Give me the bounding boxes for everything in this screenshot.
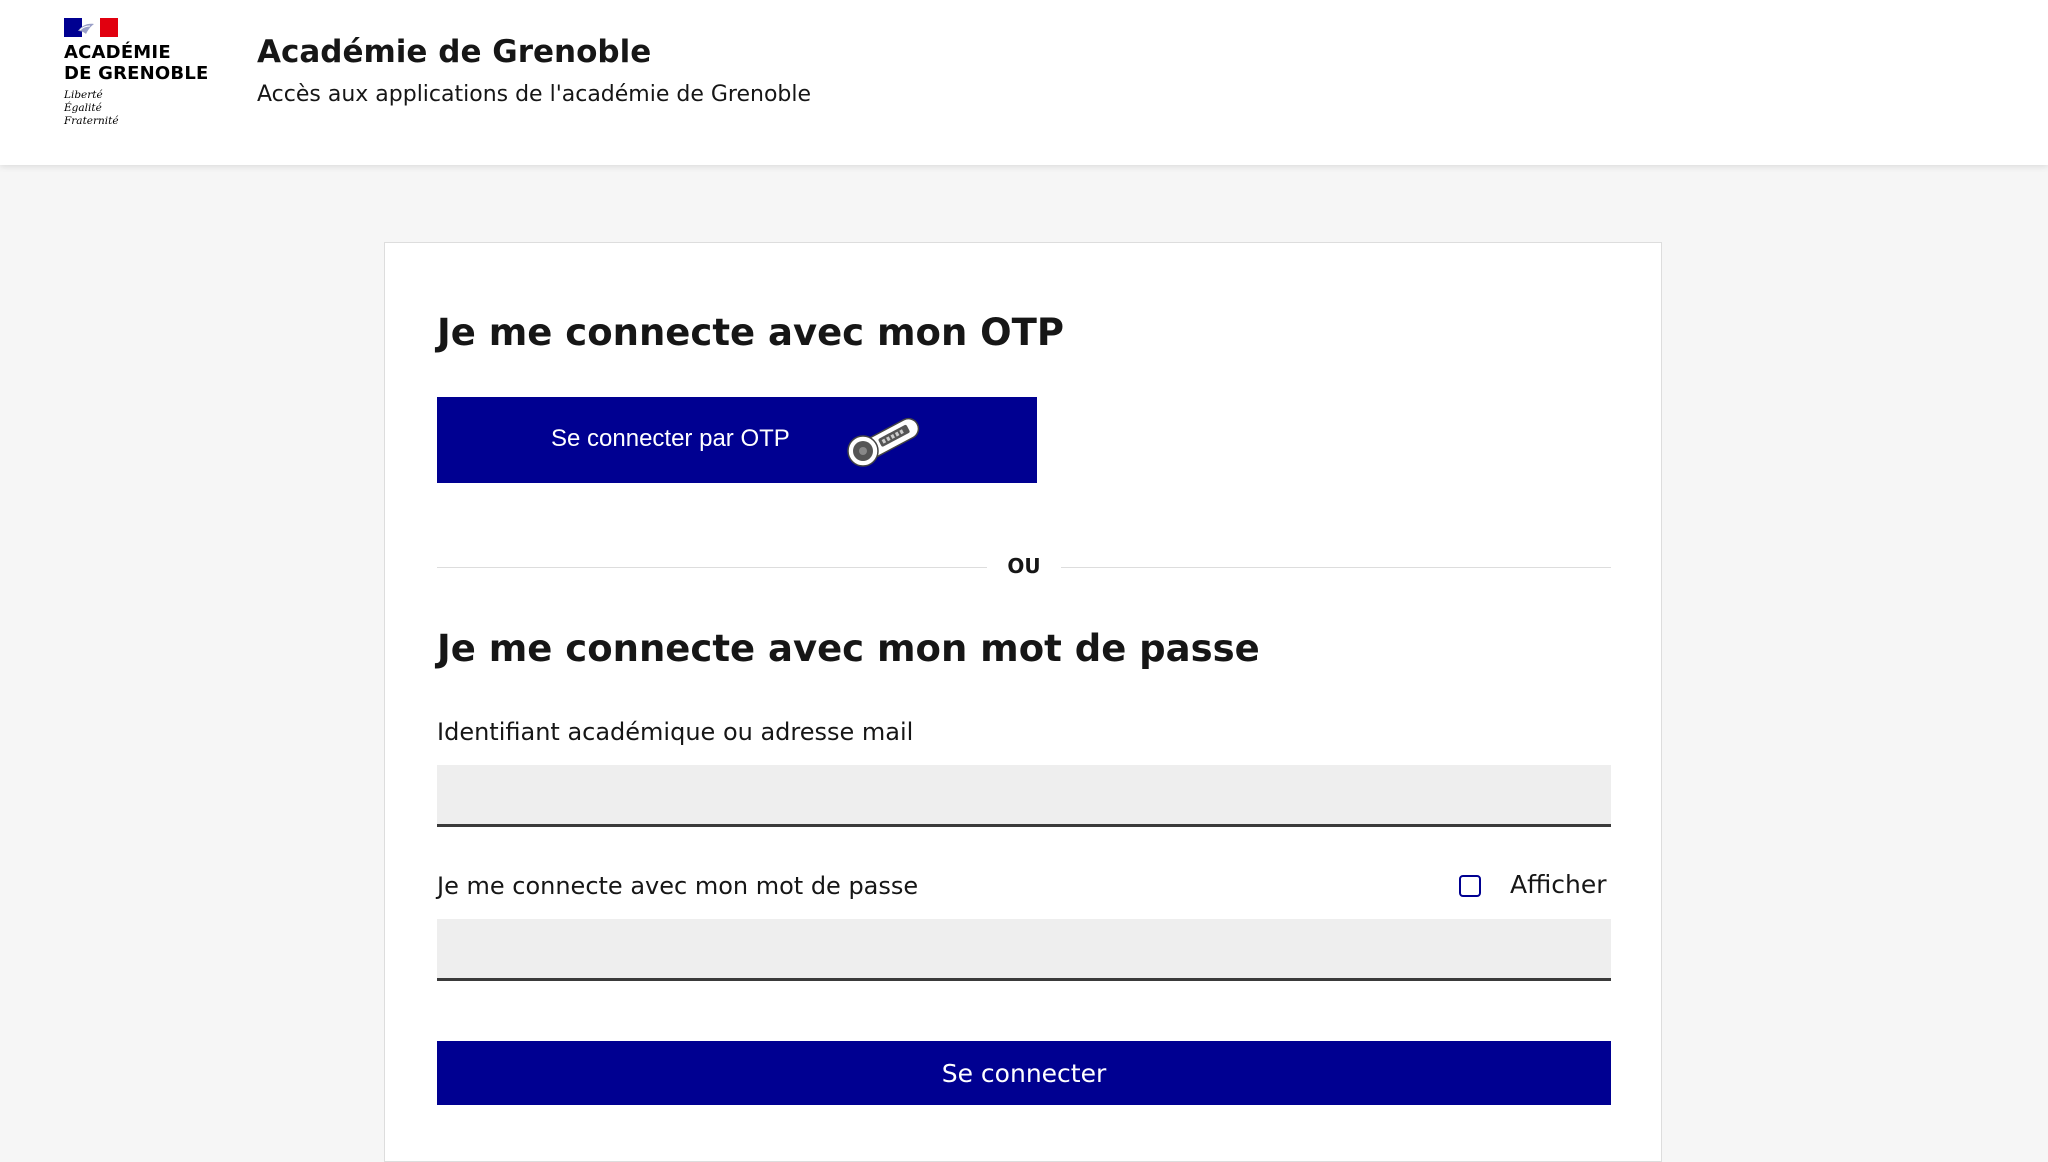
site-title[interactable]: Académie de Grenoble xyxy=(257,34,651,70)
otp-key-icon xyxy=(847,417,920,467)
show-password-toggle[interactable]: Afficher xyxy=(1459,869,1611,905)
divider-line-left xyxy=(437,567,987,568)
show-password-label[interactable]: Afficher xyxy=(1510,870,1607,899)
divider-line-right xyxy=(1061,567,1611,568)
login-card: Je me connecte avec mon OTP Se connecter… xyxy=(384,242,1662,1162)
motto-liberte: Liberté xyxy=(64,89,103,101)
password-label: Je me connecte avec mon mot de passe xyxy=(437,872,919,900)
logo-line-1: ACADÉMIE xyxy=(64,42,171,63)
site-subtitle: Accès aux applications de l'académie de … xyxy=(257,82,812,107)
password-login-heading: Je me connecte avec mon mot de passe xyxy=(437,627,1260,670)
show-password-checkbox[interactable] xyxy=(1459,875,1481,897)
otp-login-button[interactable]: Se connecter par OTP xyxy=(437,397,1037,483)
academie-logo[interactable]: ACADÉMIE DE GRENOBLE Liberté Égalité Fra… xyxy=(62,16,222,136)
marianne-flag-icon xyxy=(64,18,118,37)
logo-line-2: DE GRENOBLE xyxy=(64,63,209,84)
password-input[interactable] xyxy=(437,919,1611,981)
identifier-label: Identifiant académique ou adresse mail xyxy=(437,718,914,746)
motto-egalite: Égalité xyxy=(64,102,102,114)
identifier-input[interactable] xyxy=(437,765,1611,827)
divider-or-text: OU xyxy=(1007,554,1041,578)
login-submit-button[interactable]: Se connecter xyxy=(437,1041,1611,1105)
site-header: ACADÉMIE DE GRENOBLE Liberté Égalité Fra… xyxy=(0,0,2048,165)
motto-fraternite: Fraternité xyxy=(64,115,119,127)
otp-heading: Je me connecte avec mon OTP xyxy=(437,311,1064,354)
otp-button-label: Se connecter par OTP xyxy=(551,425,790,452)
